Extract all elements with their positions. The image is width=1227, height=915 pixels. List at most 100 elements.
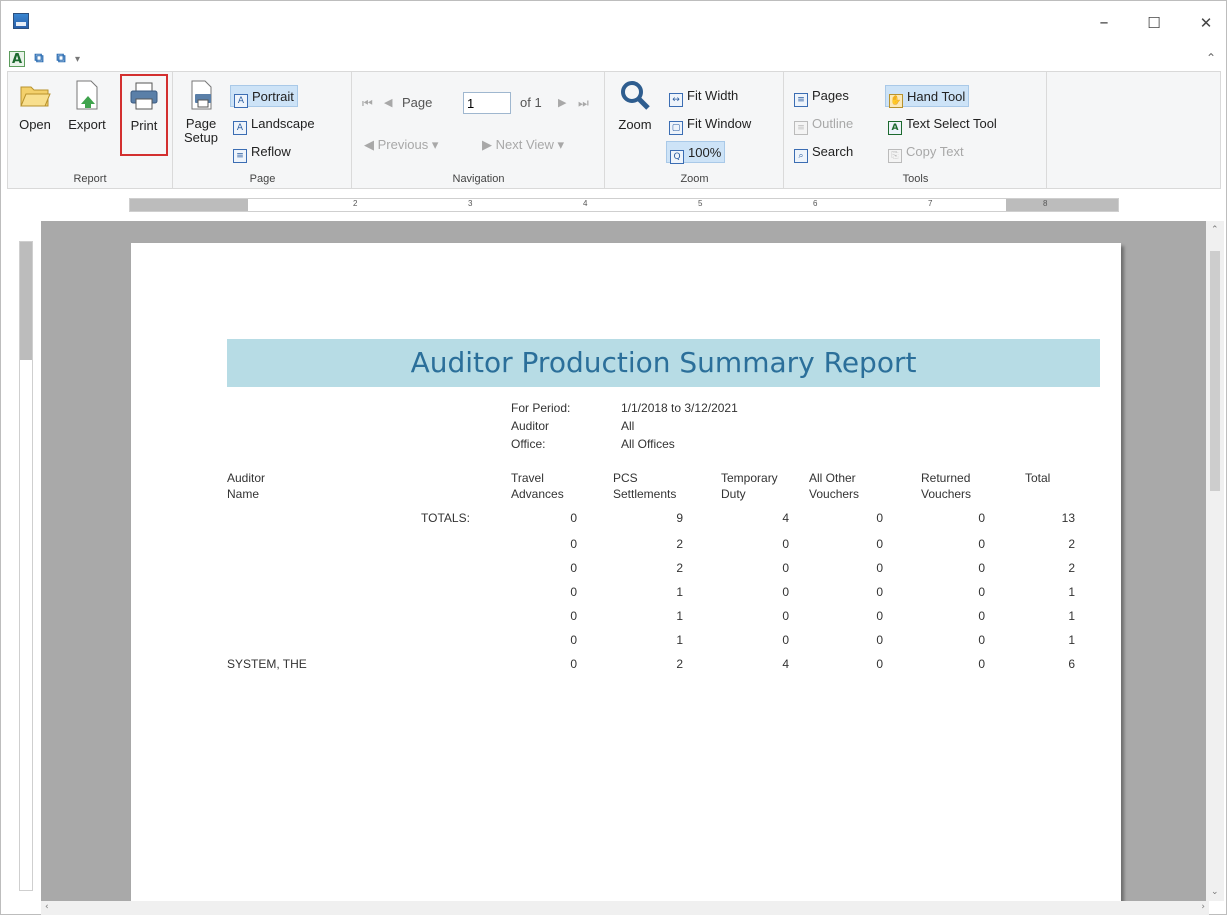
ribbon: Open Export Print Report Page Setup A Por… <box>7 71 1221 189</box>
cell: 0 <box>570 609 577 623</box>
scroll-down-icon[interactable]: ⌄ <box>1211 887 1219 897</box>
hand-tool-button[interactable]: ✋ Hand Tool <box>885 85 970 108</box>
reflow-icon: ≡ <box>233 149 247 163</box>
cell: 2 <box>676 561 683 575</box>
minimize-button[interactable]: – <box>1089 11 1119 35</box>
zoom-100-button[interactable]: Q 100% <box>666 141 726 164</box>
cell: 1 <box>1068 633 1075 647</box>
text-select-icon[interactable]: A <box>9 51 25 67</box>
cell: 9 <box>676 511 683 525</box>
group-label-report: Report <box>73 173 107 185</box>
pages-label: Pages <box>812 88 849 103</box>
ruler-mark: 8 <box>1043 199 1048 208</box>
portrait-button[interactable]: A Portrait <box>230 85 298 108</box>
col-header-name: Auditor <box>227 471 266 485</box>
pages-icon: ≡ <box>794 93 808 107</box>
cell: 6 <box>1068 657 1075 671</box>
scroll-left-icon[interactable]: ‹ <box>45 902 49 912</box>
col-header-pcs: Settlements <box>613 487 677 501</box>
fit-window-button[interactable]: ▢ Fit Window <box>666 113 754 135</box>
cell: 0 <box>782 585 789 599</box>
report-page: Auditor Production Summary Report For Pe… <box>131 243 1121 915</box>
cell: 2 <box>676 657 683 671</box>
group-zoom: Zoom ↔ Fit Width ▢ Fit Window Q 100% Zoom <box>606 72 784 188</box>
ruler-left-margin <box>130 199 248 211</box>
scroll-up-icon[interactable]: ⌃ <box>1211 225 1219 235</box>
hand-tool-label: Hand Tool <box>907 89 966 104</box>
text-select-icon: A <box>888 121 902 135</box>
fit-width-icon: ↔ <box>669 93 683 107</box>
next-view-button[interactable]: ▶ Next View ▾ <box>479 134 567 156</box>
period-label: For Period: <box>511 401 571 415</box>
page-setup-label-1: Page <box>185 116 217 131</box>
report-title: Auditor Production Summary Report <box>227 339 1100 387</box>
group-label-navigation: Navigation <box>452 173 505 185</box>
maximize-button[interactable]: ☐ <box>1139 11 1169 35</box>
scroll-right-icon[interactable]: › <box>1201 902 1205 912</box>
cell: 4 <box>782 657 789 671</box>
vertical-scrollbar[interactable]: ⌃ ⌄ <box>1206 221 1224 901</box>
col-header-total: Total <box>1025 471 1051 485</box>
zoom-out-page-icon[interactable]: ⧉ <box>53 51 69 67</box>
col-header-travel: Travel <box>511 471 544 485</box>
zoom-label: Zoom <box>618 117 652 132</box>
next-page-icon[interactable]: ▶ <box>555 92 569 114</box>
open-label: Open <box>19 117 51 132</box>
reflow-label: Reflow <box>251 144 291 159</box>
totals-label: TOTALS: <box>421 511 470 525</box>
vertical-scroll-thumb[interactable] <box>1210 251 1220 491</box>
landscape-button[interactable]: A Landscape <box>230 113 318 135</box>
previous-page-icon[interactable]: ◀ <box>381 92 395 114</box>
cell: 0 <box>876 585 883 599</box>
search-button[interactable]: ⌕ Search <box>791 141 856 163</box>
fit-width-button[interactable]: ↔ Fit Width <box>666 85 741 107</box>
reflow-button[interactable]: ≡ Reflow <box>230 141 294 163</box>
pages-button[interactable]: ≡ Pages <box>791 85 852 107</box>
ruler-mark: 5 <box>698 199 703 208</box>
previous-view-label: Previous <box>377 137 429 152</box>
zoom-in-page-icon[interactable]: ⧉ <box>31 51 47 67</box>
customize-toolbar-dropdown-icon[interactable]: ▾ <box>75 54 80 65</box>
last-page-icon[interactable]: ⏭ <box>575 92 592 114</box>
collapse-ribbon-icon[interactable]: ⌃ <box>1206 51 1216 65</box>
close-button[interactable]: ✕ <box>1191 11 1221 35</box>
copy-text-label: Copy Text <box>906 144 964 159</box>
zoom-100-label: 100% <box>688 145 722 160</box>
horizontal-scrollbar[interactable]: ‹ › <box>41 901 1209 915</box>
outline-button[interactable]: ≡ Outline <box>791 113 856 135</box>
col-header-returned: Returned <box>921 471 971 485</box>
copy-icon: ⎘ <box>888 149 902 163</box>
print-button[interactable]: Print <box>120 74 168 156</box>
first-page-icon[interactable]: ⏮ <box>359 92 376 114</box>
office-value: All Offices <box>621 437 675 451</box>
group-report: Open Export Print Report <box>8 72 173 188</box>
open-button[interactable]: Open <box>12 78 58 133</box>
group-label-zoom: Zoom <box>680 173 709 185</box>
ruler-top-margin <box>20 242 32 360</box>
auditor-value: All <box>621 419 635 433</box>
previous-view-button[interactable]: ◀ Previous ▾ <box>361 134 441 156</box>
back-arrow-icon: ◀ <box>364 138 374 153</box>
page-number-input[interactable] <box>463 92 511 114</box>
document-workspace[interactable]: Auditor Production Summary Report For Pe… <box>41 221 1209 915</box>
auditor-label: Auditor <box>511 419 550 433</box>
cell: 0 <box>782 609 789 623</box>
horizontal-ruler: 2 3 4 5 6 7 8 <box>129 198 1119 212</box>
cell: 0 <box>978 561 985 575</box>
cell: 0 <box>570 511 577 525</box>
hand-icon: ✋ <box>889 94 903 108</box>
page-count-label: of 1 <box>520 95 542 110</box>
text-select-tool-button[interactable]: A Text Select Tool <box>885 113 1000 135</box>
landscape-icon: A <box>233 121 247 135</box>
cell: 0 <box>570 537 577 551</box>
cell: 0 <box>876 561 883 575</box>
col-header-name: Name <box>227 487 260 501</box>
cell: 1 <box>1068 585 1075 599</box>
copy-text-button[interactable]: ⎘ Copy Text <box>885 141 967 163</box>
export-button[interactable]: Export <box>62 78 112 133</box>
ruler-mark: 6 <box>813 199 818 208</box>
page-setup-button[interactable]: Page Setup <box>180 78 222 145</box>
portrait-label: Portrait <box>252 89 294 104</box>
zoom-button[interactable]: Zoom <box>612 78 658 133</box>
cell: 0 <box>876 609 883 623</box>
